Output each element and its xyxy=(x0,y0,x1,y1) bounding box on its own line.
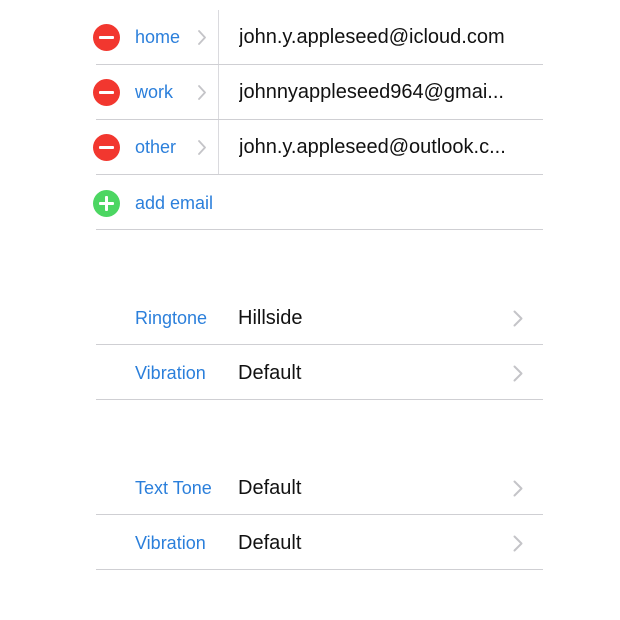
chevron-right-icon[interactable] xyxy=(198,140,206,155)
contact-edit-screen: home john.y.appleseed@icloud.com work jo… xyxy=(0,0,620,620)
minus-icon xyxy=(99,91,114,94)
email-label-other[interactable]: other xyxy=(135,120,176,175)
email-label-home[interactable]: home xyxy=(135,10,180,65)
remove-email-work-button[interactable] xyxy=(93,79,120,106)
minus-icon xyxy=(99,146,114,149)
email-label-work[interactable]: work xyxy=(135,65,173,120)
vibration-value: Default xyxy=(238,532,302,554)
minus-icon xyxy=(99,36,114,39)
email-row-work[interactable]: work johnnyappleseed964@gmai... xyxy=(0,65,620,120)
separator xyxy=(96,569,543,570)
plus-icon xyxy=(105,196,108,211)
email-field-home[interactable]: john.y.appleseed@icloud.com xyxy=(239,10,505,65)
chevron-right-icon xyxy=(513,480,523,497)
chevron-right-icon xyxy=(513,535,523,552)
separator xyxy=(96,229,543,230)
text-tone-row[interactable]: Text Tone Default xyxy=(0,461,620,516)
chevron-right-icon[interactable] xyxy=(198,85,206,100)
label-divider xyxy=(218,10,219,65)
text-tone-vibration-row[interactable]: Vibration Default xyxy=(0,516,620,571)
vibration-value: Default xyxy=(238,362,302,384)
remove-email-home-button[interactable] xyxy=(93,24,120,51)
vibration-label: Vibration xyxy=(135,533,206,553)
ringtone-vibration-row[interactable]: Vibration Default xyxy=(0,346,620,401)
email-field-work[interactable]: johnnyappleseed964@gmai... xyxy=(239,65,504,120)
label-divider xyxy=(218,120,219,175)
ringtone-row[interactable]: Ringtone Hillside xyxy=(0,291,620,346)
add-email-button[interactable] xyxy=(93,190,120,217)
separator xyxy=(96,344,543,345)
separator xyxy=(96,514,543,515)
add-email-label[interactable]: add email xyxy=(135,176,213,231)
text-tone-label: Text Tone xyxy=(135,478,212,498)
email-row-home[interactable]: home john.y.appleseed@icloud.com xyxy=(0,10,620,65)
email-field-other[interactable]: john.y.appleseed@outlook.c... xyxy=(239,120,506,175)
chevron-right-icon[interactable] xyxy=(198,30,206,45)
chevron-right-icon xyxy=(513,310,523,327)
ringtone-value: Hillside xyxy=(238,307,303,329)
chevron-right-icon xyxy=(513,365,523,382)
text-tone-value: Default xyxy=(238,477,302,499)
ringtone-label: Ringtone xyxy=(135,308,208,328)
separator xyxy=(96,174,543,175)
add-email-row[interactable]: add email xyxy=(0,176,620,231)
remove-email-other-button[interactable] xyxy=(93,134,120,161)
separator xyxy=(96,399,543,400)
vibration-label: Vibration xyxy=(135,363,206,383)
email-row-other[interactable]: other john.y.appleseed@outlook.c... xyxy=(0,120,620,175)
label-divider xyxy=(218,65,219,120)
